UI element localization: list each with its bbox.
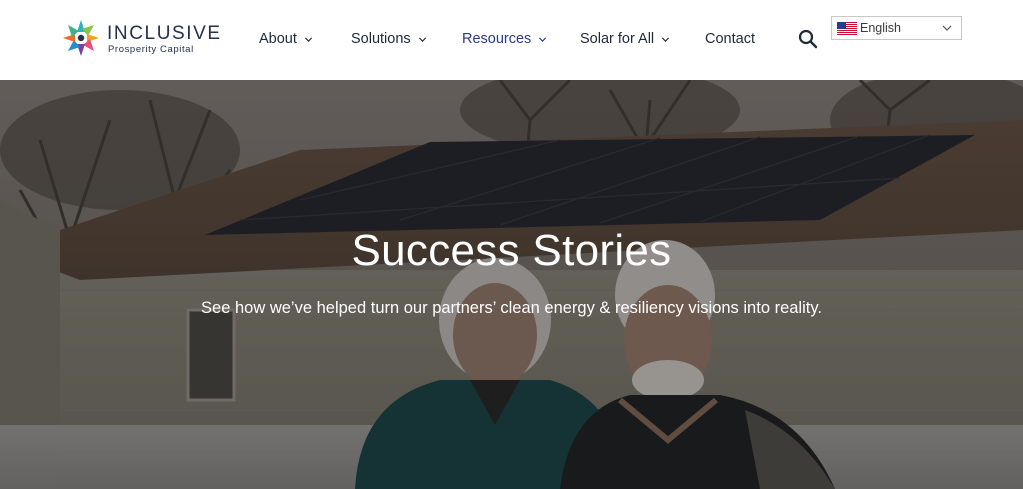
nav-item-label: Contact [705, 31, 755, 47]
site-header: INCLUSIVE Prosperity Capital About Solut… [0, 0, 1023, 80]
nav-item-resources[interactable]: Resources [462, 29, 547, 49]
search-button[interactable] [797, 28, 819, 50]
nav-item-solar-for-all[interactable]: Solar for All [580, 29, 670, 49]
chevron-down-icon [418, 35, 427, 44]
brand-subtitle: Prosperity Capital [108, 44, 194, 55]
nav-item-label: Resources [462, 31, 532, 47]
nav-item-solutions[interactable]: Solutions [351, 29, 427, 49]
nav-item-label: Solutions [351, 31, 411, 47]
hero-background-photo [0, 80, 1023, 489]
starburst-logo-icon [63, 20, 99, 56]
language-select[interactable]: English [831, 16, 962, 40]
hero-subtitle: See how we’ve helped turn our partners’ … [201, 299, 822, 317]
hero-banner: Success Stories See how we’ve helped tur… [0, 80, 1023, 489]
search-icon [798, 29, 818, 49]
nav-item-about[interactable]: About [259, 29, 313, 49]
hero-title: Success Stories [351, 226, 672, 275]
brand-name: INCLUSIVE [107, 23, 222, 44]
language-select-value: English [860, 21, 901, 35]
nav-item-label: Solar for All [580, 31, 655, 47]
nav-item-label: About [259, 31, 297, 47]
us-flag-icon [837, 21, 857, 35]
chevron-down-icon [942, 25, 952, 31]
chevron-down-icon [538, 35, 547, 44]
brand-logo-link[interactable]: INCLUSIVE Prosperity Capital [61, 18, 221, 60]
nav-item-contact[interactable]: Contact [705, 29, 755, 49]
chevron-down-icon [661, 35, 670, 44]
chevron-down-icon [304, 35, 313, 44]
